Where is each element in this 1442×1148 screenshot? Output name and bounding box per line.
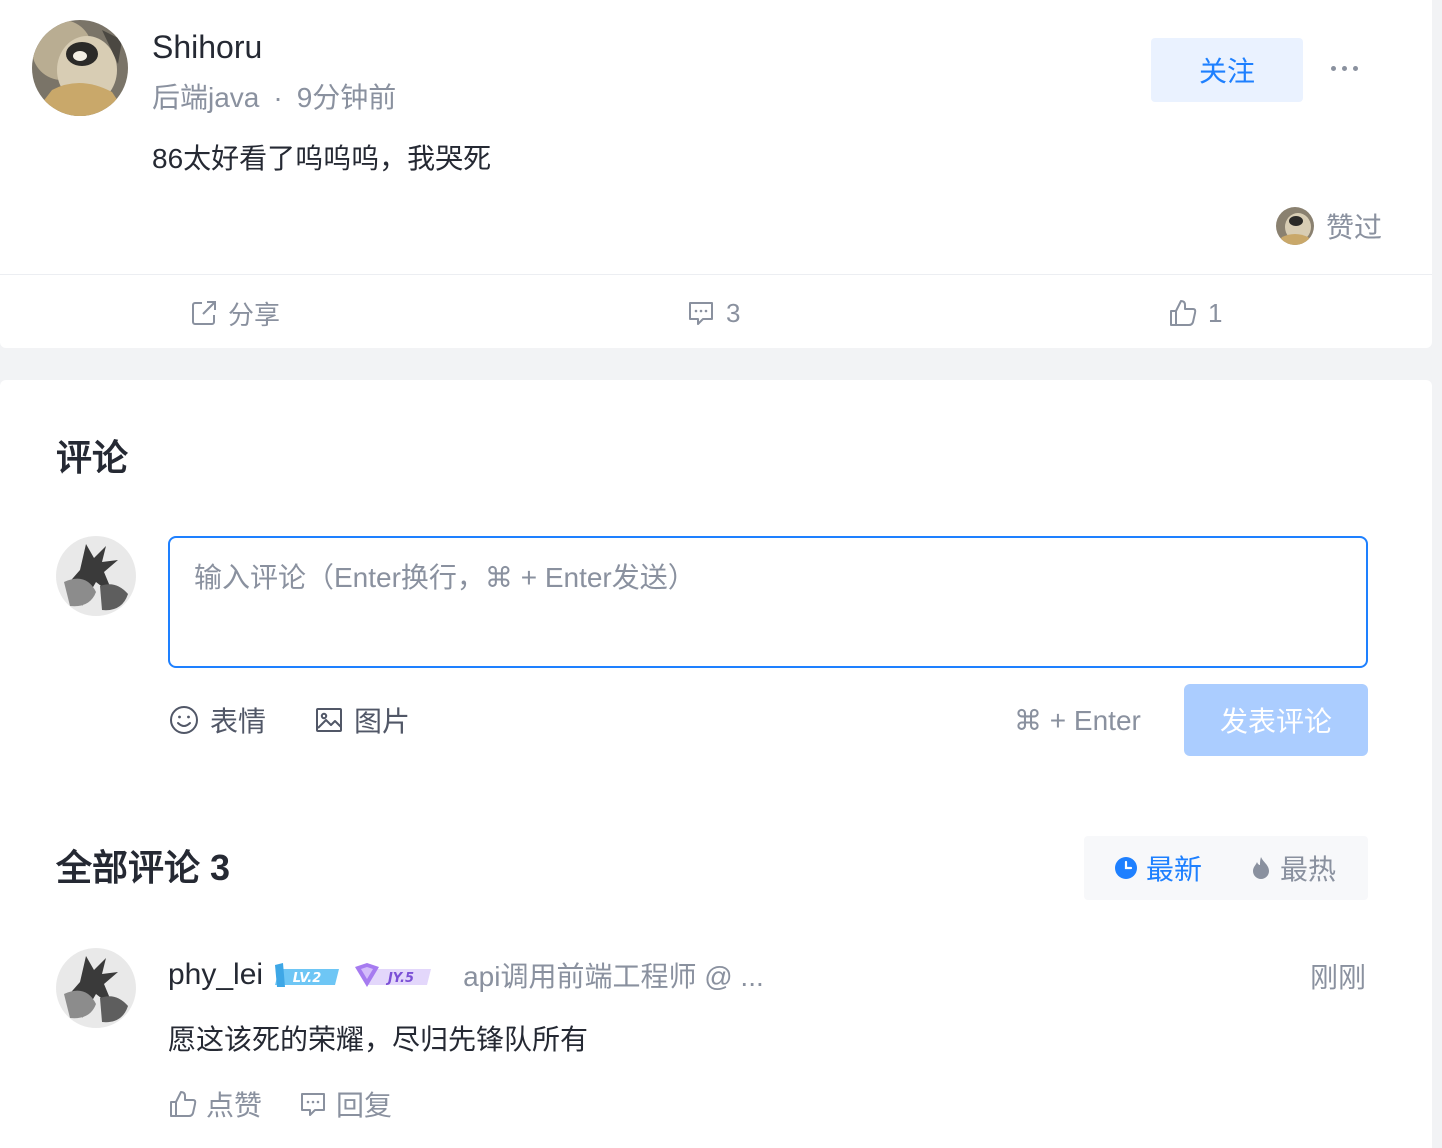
smiley-icon: [170, 706, 198, 734]
comment-icon: [689, 302, 713, 325]
post-time: 9分钟前: [296, 82, 397, 113]
like-button[interactable]: 1: [1168, 290, 1222, 336]
submit-comment-button[interactable]: 发表评论: [1184, 684, 1368, 756]
author-avatar[interactable]: [32, 20, 128, 116]
comment-button[interactable]: 3: [686, 290, 740, 336]
comments-title: 评论: [56, 437, 129, 478]
image-icon: [316, 708, 342, 732]
liker-avatar[interactable]: [1275, 207, 1314, 245]
comment-reply-button[interactable]: 回复: [298, 1084, 392, 1124]
meta-separator: ·: [273, 82, 283, 113]
commenter-avatar[interactable]: [56, 948, 136, 1028]
share-button[interactable]: 分享: [190, 290, 280, 336]
level-badge[interactable]: LV.2: [273, 961, 341, 989]
thumbs-up-icon: [170, 1091, 197, 1117]
comment-count: 3: [726, 297, 741, 328]
post-meta: 后端java · 9分钟前: [152, 80, 396, 116]
commenter-name[interactable]: phy_lei: [168, 958, 263, 992]
svg-text:LV.2: LV.2: [293, 971, 322, 986]
sort-hottest[interactable]: 最热: [1250, 848, 1336, 888]
shortcut-hint: ⌘ + Enter: [1014, 704, 1141, 736]
emoji-button[interactable]: 表情: [168, 700, 266, 740]
comment-time: 刚刚: [1309, 962, 1366, 993]
post-category[interactable]: 后端java: [152, 80, 259, 116]
flame-icon: [1253, 857, 1270, 879]
sort-newest[interactable]: 最新: [1114, 848, 1202, 888]
jy-badge[interactable]: JY.5: [353, 961, 433, 989]
share-icon: [192, 301, 216, 325]
comment-input[interactable]: [170, 538, 1366, 666]
sort-newest-label: 最新: [1146, 854, 1203, 885]
image-button[interactable]: 图片: [314, 700, 410, 740]
liked-by: 赞过: [1275, 206, 1382, 246]
follow-button[interactable]: 关注: [1151, 38, 1303, 102]
comment-text: 愿这该死的荣耀，尽归先锋队所有: [168, 1024, 589, 1055]
comment-input-box[interactable]: [168, 536, 1368, 668]
comment-icon: [301, 1093, 325, 1116]
comment-reply-label: 回复: [336, 1090, 393, 1121]
clock-icon: [1115, 857, 1137, 879]
author-name[interactable]: Shihoru: [152, 26, 262, 68]
sort-hottest-label: 最热: [1280, 854, 1337, 885]
liked-label: 赞过: [1325, 212, 1382, 243]
thumbs-up-icon: [1170, 300, 1197, 326]
divider: [0, 274, 1432, 275]
post-card: Shihoru 后端java · 9分钟前 86太好看了呜呜呜，我哭死 关注 赞…: [0, 0, 1432, 348]
image-label: 图片: [354, 706, 411, 737]
like-count: 1: [1208, 297, 1223, 328]
svg-text:JY.5: JY.5: [385, 971, 414, 986]
comment-like-button[interactable]: 点赞: [168, 1084, 262, 1124]
commenter-job: api调用前端工程师 @ ...: [463, 961, 764, 992]
post-content: 86太好看了呜呜呜，我哭死: [152, 143, 492, 174]
comments-section: 评论 表情 图片 ⌘ + Enter 发表评论 全部评论 3: [0, 380, 1432, 1148]
sort-toggle: 最新 最热: [1084, 836, 1368, 900]
current-user-avatar[interactable]: [56, 536, 136, 616]
all-comments-title: 全部评论 3: [56, 847, 231, 888]
comment-header: phy_lei LV.2 JY.5 api调用前端工程师 @ ...: [168, 954, 764, 996]
comment-like-label: 点赞: [206, 1090, 263, 1121]
more-options-icon[interactable]: [1322, 48, 1366, 88]
share-label: 分享: [228, 299, 281, 330]
emoji-label: 表情: [210, 706, 267, 737]
